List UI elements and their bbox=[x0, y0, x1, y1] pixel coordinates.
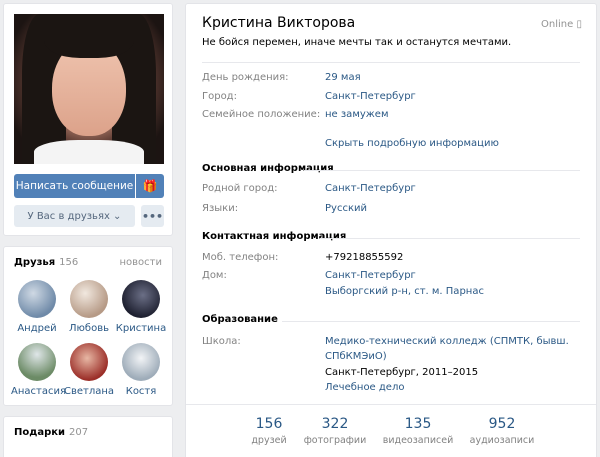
friend-name: Андрей bbox=[17, 323, 57, 334]
friend-avatar bbox=[18, 343, 56, 381]
school-link-cont[interactable]: СПбКМЭиО) bbox=[325, 351, 387, 362]
online-status: Online ▯ bbox=[541, 19, 582, 30]
friend-avatar bbox=[70, 280, 108, 318]
divider bbox=[304, 170, 580, 171]
main-info-heading: Основная информация bbox=[202, 163, 334, 174]
avatar-card: Написать сообщение 🎁 У Вас в друзьях ⌄ •… bbox=[3, 3, 173, 236]
friends-count: 156 bbox=[59, 257, 79, 268]
friends-title[interactable]: Друзья 156 bbox=[14, 257, 78, 268]
home-city-link[interactable]: Санкт-Петербург bbox=[325, 270, 416, 281]
gifts-count: 207 bbox=[69, 427, 89, 438]
school-city-years: Санкт-Петербург, 2011–2015 bbox=[325, 367, 479, 378]
avatar[interactable] bbox=[14, 14, 164, 164]
counter-label: фотографии bbox=[303, 435, 367, 446]
school-label: Школа: bbox=[202, 336, 241, 347]
contact-info-heading: Контактная информация bbox=[202, 231, 347, 242]
counter-number: 135 bbox=[404, 416, 432, 432]
education-heading: Образование bbox=[202, 314, 278, 325]
gift-button[interactable]: 🎁 bbox=[136, 174, 164, 198]
divider bbox=[320, 238, 580, 239]
page-title: Кристина Викторова bbox=[202, 15, 356, 31]
phone-value: +79218855592 bbox=[325, 252, 404, 263]
friend-item[interactable]: Любовь bbox=[63, 280, 115, 334]
gifts-card: Подарки 207 bbox=[3, 416, 173, 457]
write-message-button[interactable]: Написать сообщение bbox=[14, 174, 135, 198]
family-link[interactable]: не замужем bbox=[325, 109, 388, 120]
hometown-label: Родной город: bbox=[202, 183, 278, 194]
friend-item[interactable]: Анастасия bbox=[11, 343, 66, 397]
mobile-icon: ▯ bbox=[576, 19, 582, 30]
phone-label: Моб. телефон: bbox=[202, 252, 279, 263]
counter-photos[interactable]: 322 фотографии bbox=[295, 416, 375, 446]
friend-avatar bbox=[70, 343, 108, 381]
more-actions-button[interactable]: ••• bbox=[141, 205, 164, 227]
friend-item[interactable]: Кристина bbox=[115, 280, 167, 334]
counter-label: видеозаписей bbox=[382, 435, 454, 446]
home-district-link[interactable]: Выборгский р-н, ст. м. Парнас bbox=[325, 286, 484, 297]
counter-label: аудиозаписи bbox=[469, 435, 535, 446]
counter-number: 952 bbox=[488, 416, 516, 432]
home-label: Дом: bbox=[202, 270, 227, 281]
profile-card: Кристина Викторова Online ▯ Не бойся пер… bbox=[185, 3, 597, 457]
hometown-link[interactable]: Санкт-Петербург bbox=[325, 183, 416, 194]
friend-name: Анастасия bbox=[11, 386, 66, 397]
friends-news-link[interactable]: новости bbox=[120, 257, 163, 268]
friend-item[interactable]: Светлана bbox=[63, 343, 115, 397]
friend-avatar bbox=[122, 280, 160, 318]
friend-name: Костя bbox=[125, 386, 157, 397]
toggle-details-link[interactable]: Скрыть подробную информацию bbox=[325, 138, 499, 149]
counter-number: 322 bbox=[321, 416, 349, 432]
friend-avatar bbox=[18, 280, 56, 318]
friend-name: Кристина bbox=[115, 323, 167, 334]
school-link[interactable]: Медико-технический колледж (СПМТК, бывш. bbox=[325, 336, 569, 347]
status-text[interactable]: Не бойся перемен, иначе мечты так и оста… bbox=[202, 37, 511, 48]
in-friends-button[interactable]: У Вас в друзьях ⌄ bbox=[14, 205, 135, 227]
friend-name: Любовь bbox=[68, 323, 109, 334]
friend-avatar bbox=[122, 343, 160, 381]
friend-name: Светлана bbox=[63, 386, 115, 397]
birthday-link[interactable]: 29 мая bbox=[325, 72, 361, 83]
gift-icon: 🎁 bbox=[142, 179, 158, 193]
counter-videos[interactable]: 135 видеозаписей bbox=[378, 416, 458, 446]
divider bbox=[186, 404, 596, 405]
gifts-title[interactable]: Подарки 207 bbox=[14, 427, 88, 438]
family-label: Семейное положение: bbox=[202, 109, 321, 120]
friend-item[interactable]: Костя bbox=[115, 343, 167, 397]
birthday-label: День рождения: bbox=[202, 72, 289, 83]
friends-card: Друзья 156 новости Андрей Любовь Кристина… bbox=[3, 246, 173, 406]
friend-item[interactable]: Андрей bbox=[11, 280, 63, 334]
languages-link[interactable]: Русский bbox=[325, 203, 367, 214]
counter-audio[interactable]: 952 аудиозаписи bbox=[462, 416, 542, 446]
city-link[interactable]: Санкт-Петербург bbox=[325, 91, 416, 102]
speciality-link[interactable]: Лечебное дело bbox=[325, 382, 404, 393]
languages-label: Языки: bbox=[202, 203, 239, 214]
city-label: Город: bbox=[202, 91, 237, 102]
counters-bar: 156 друзей 322 фотографии 135 видеозапис… bbox=[186, 406, 598, 457]
divider bbox=[202, 62, 580, 63]
divider bbox=[282, 321, 580, 322]
